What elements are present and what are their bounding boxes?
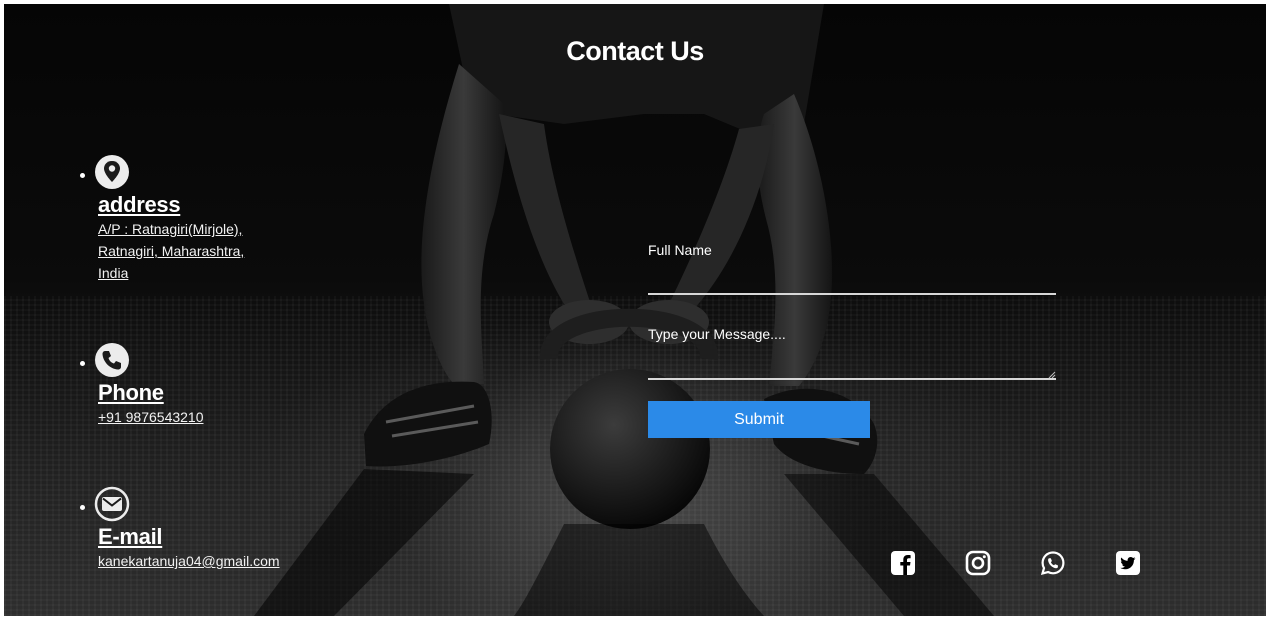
phone-number[interactable]: +91 9876543210 — [98, 406, 298, 428]
email-address[interactable]: kanekartanuja04@gmail.com — [98, 550, 358, 572]
instagram-icon[interactable] — [965, 550, 991, 576]
address-line-2[interactable]: Ratnagiri, Maharashtra, — [98, 240, 298, 262]
email-heading[interactable]: E-mail — [98, 524, 358, 550]
twitter-icon[interactable] — [1115, 550, 1141, 576]
address-line-1[interactable]: A/P : Ratnagiri(Mirjole), — [98, 218, 298, 240]
contact-section: Contact Us address A/P : Ratnagiri(Mirjo… — [4, 4, 1266, 616]
name-input[interactable]: Full Name — [648, 242, 712, 258]
email-block: E-mail kanekartanuja04@gmail.com — [80, 486, 358, 572]
address-block: address A/P : Ratnagiri(Mirjole), Ratnag… — [80, 154, 298, 284]
envelope-icon — [94, 486, 130, 522]
address-heading[interactable]: address — [98, 192, 298, 218]
phone-heading[interactable]: Phone — [98, 380, 298, 406]
list-bullet — [80, 172, 85, 178]
whatsapp-icon[interactable] — [1040, 550, 1066, 576]
map-pin-icon — [95, 155, 129, 189]
facebook-icon[interactable] — [890, 550, 916, 576]
phone-icon — [95, 343, 129, 377]
page-title: Contact Us — [566, 36, 704, 66]
resize-handle-icon[interactable] — [1047, 370, 1056, 379]
list-bullet — [80, 360, 85, 366]
submit-button[interactable]: Submit — [648, 401, 870, 438]
list-bullet — [80, 504, 85, 510]
message-textarea[interactable]: Type your Message.... — [648, 326, 786, 342]
name-input-underline — [648, 293, 1056, 295]
message-textarea-underline — [648, 378, 1056, 380]
phone-block: Phone +91 9876543210 — [80, 342, 298, 428]
address-line-3[interactable]: India — [98, 262, 298, 284]
